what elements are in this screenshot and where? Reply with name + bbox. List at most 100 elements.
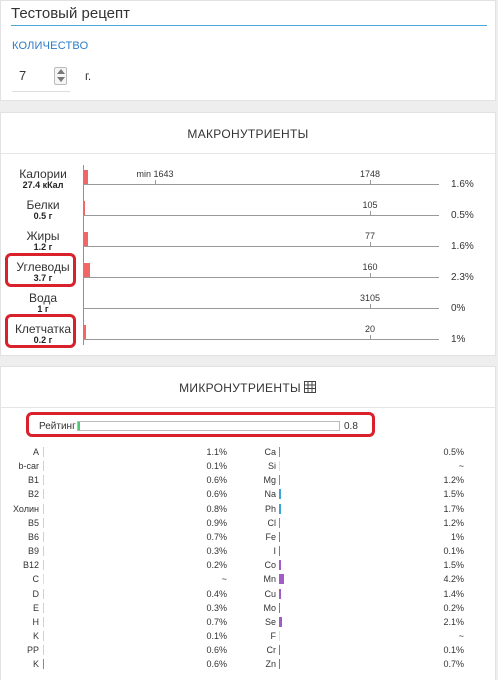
micro-percent: ~: [458, 631, 464, 641]
micro-name: Mo: [263, 603, 276, 613]
macro-tick-label: 1748: [359, 169, 381, 179]
micro-row: D 0.4% Cu 1.4%: [1, 589, 497, 603]
micro-name: Na: [264, 489, 276, 499]
macro-baseline: [83, 308, 439, 309]
macro-tick: [370, 211, 371, 216]
micro-row: B5 0.9% Cl 1.2%: [1, 518, 497, 532]
micro-name: B5: [27, 518, 39, 528]
micro-percent: 0.6%: [206, 475, 227, 485]
micro-percent: 1.5%: [443, 489, 464, 499]
macro-tick-label: 77: [364, 231, 376, 241]
micro-bar: [279, 489, 281, 499]
micro-percent: 1.7%: [443, 504, 464, 514]
micro-percent: 0.2%: [206, 560, 227, 570]
micro-percent: 0.7%: [443, 659, 464, 669]
macro-percent: 0.5%: [451, 210, 474, 221]
micro-name: H: [32, 617, 40, 627]
macro-tick: [370, 180, 371, 185]
micro-percent: 0.6%: [206, 645, 227, 655]
section-divider: [1, 407, 495, 408]
micro-name: Mg: [263, 475, 276, 485]
micro-bar: [279, 504, 281, 514]
micro-bar: [43, 546, 44, 556]
micro-percent: 2.1%: [443, 617, 464, 627]
micro-percent: 0.5%: [443, 447, 464, 457]
highlight-carbs: [5, 253, 76, 287]
micro-name: Zn: [265, 659, 276, 669]
micro-name: B2: [27, 489, 39, 499]
micro-bar: [43, 589, 44, 599]
recipe-title[interactable]: Тестовый рецепт: [11, 5, 130, 22]
macro-tick: [370, 242, 371, 247]
micro-name: B6: [27, 532, 39, 542]
micro-row: K 0.1% F ~: [1, 631, 497, 645]
macronutrients-card: МАКРОНУТРИЕНТЫ Калории 27.4 кКал min 1643 1…: [0, 112, 496, 356]
micro-row: Холин 0.8% Ph 1.7%: [1, 504, 497, 518]
micro-name: B12: [22, 560, 39, 570]
macro-tick-label: 160: [362, 262, 378, 272]
micro-bar: [279, 475, 280, 485]
macro-amount: 27.4 кКал: [22, 180, 64, 190]
micro-bar: [43, 645, 44, 655]
micro-name: Si: [267, 461, 276, 471]
micro-name: Cu: [264, 589, 276, 599]
micro-percent: 0.1%: [206, 631, 227, 641]
macro-amount: 1.2 г: [33, 242, 53, 252]
micro-name: Fe: [265, 532, 276, 542]
macro-percent: 2.3%: [451, 272, 474, 283]
quantity-input[interactable]: 7: [19, 68, 26, 83]
micro-percent: 0.8%: [206, 504, 227, 514]
micro-row: C ~ Mn 4.2%: [1, 574, 497, 588]
micro-row: A 1.1% Ca 0.5%: [1, 447, 497, 461]
micro-name: Холин: [13, 504, 39, 514]
micro-name: Cr: [266, 645, 277, 655]
micro-name: E: [32, 603, 39, 613]
macro-bar: [83, 201, 85, 215]
micronutrients-title: МИКРОНУТРИЕНТЫ: [179, 381, 301, 395]
micro-bar: [43, 475, 44, 485]
micro-name: K: [32, 631, 39, 641]
micro-row: B12 0.2% Co 1.5%: [1, 560, 497, 574]
micro-bar: [43, 631, 44, 641]
macro-bar: [83, 263, 90, 277]
quantity-input-underline: [12, 91, 70, 92]
micro-name: Co: [264, 560, 276, 570]
micro-percent: 1.4%: [443, 589, 464, 599]
micro-row: B6 0.7% Fe 1%: [1, 532, 497, 546]
micro-percent: 0.4%: [206, 589, 227, 599]
micro-bar: [43, 461, 44, 471]
micro-bar: [279, 461, 280, 471]
table-icon[interactable]: [304, 381, 316, 393]
macro-baseline: [83, 277, 439, 278]
quantity-stepper[interactable]: [54, 67, 67, 85]
micro-bar: [279, 645, 280, 655]
micro-percent: 1.1%: [206, 447, 227, 457]
micro-row: B2 0.6% Na 1.5%: [1, 489, 497, 503]
macro-tick: [370, 304, 371, 309]
micro-row: B1 0.6% Mg 1.2%: [1, 475, 497, 489]
micro-name: Cl: [267, 518, 277, 528]
micro-percent: 0.7%: [206, 532, 227, 542]
macro-tick-label: 20: [364, 324, 376, 334]
micro-percent: 0.3%: [206, 546, 227, 556]
micro-name: B9: [27, 546, 39, 556]
title-underline: [11, 25, 487, 26]
micro-row: E 0.3% Mo 0.2%: [1, 603, 497, 617]
stepper-down-icon[interactable]: [57, 77, 65, 82]
stepper-up-icon[interactable]: [57, 69, 65, 74]
macro-row: Вода 1 г 3105 0%: [1, 289, 497, 319]
macro-baseline: [83, 339, 439, 340]
macro-tick: [370, 335, 371, 340]
micro-bar: [279, 603, 280, 613]
highlight-fiber: [5, 314, 76, 348]
micro-bar: [279, 574, 284, 584]
micro-name: PP: [26, 645, 39, 655]
micro-name: b-car: [18, 461, 39, 471]
micro-bar: [43, 518, 44, 528]
micro-bar: [279, 617, 282, 627]
micro-name: Se: [264, 617, 276, 627]
micro-row: b-car 0.1% Si ~: [1, 461, 497, 475]
quantity-label: КОЛИЧЕСТВО: [12, 40, 89, 52]
micro-percent: ~: [458, 461, 464, 471]
micro-row: K 0.6% Zn 0.7%: [1, 659, 497, 673]
